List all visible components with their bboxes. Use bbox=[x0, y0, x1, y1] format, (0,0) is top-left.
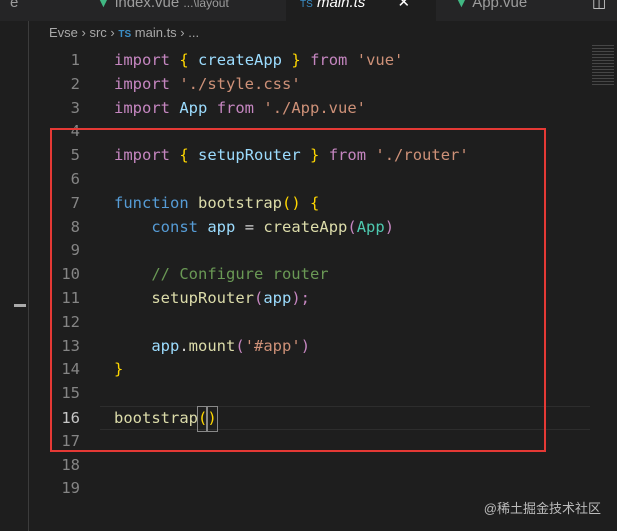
line-number: 1 bbox=[70, 51, 80, 69]
crumb-src[interactable]: src bbox=[89, 25, 106, 40]
crumb-file[interactable]: main.ts bbox=[135, 25, 177, 40]
crumb-evse[interactable]: Evse bbox=[49, 25, 78, 40]
tab-partial[interactable]: e bbox=[0, 0, 72, 21]
line-number: 18 bbox=[61, 455, 80, 474]
vue-icon: ▼ bbox=[454, 0, 469, 11]
code-line: import App from './App.vue' bbox=[114, 98, 367, 117]
code-line: import { createApp } from 'vue' bbox=[114, 51, 404, 69]
tab-label: index.vue bbox=[115, 0, 180, 11]
line-number: 3 bbox=[70, 98, 80, 117]
crumb-more[interactable]: ... bbox=[188, 25, 199, 40]
highlight-box bbox=[50, 128, 546, 452]
split-editor-icon[interactable]: ◫ bbox=[592, 0, 617, 21]
tab-hint: ...\layout bbox=[183, 0, 229, 10]
tab-label: main.ts bbox=[316, 0, 366, 11]
code-line: import './style.css' bbox=[114, 74, 301, 93]
ts-icon: TS bbox=[300, 0, 313, 10]
tab-main-ts[interactable]: TS main.ts ✕ bbox=[286, 0, 436, 21]
line-number: 2 bbox=[70, 74, 80, 93]
tab-app-vue[interactable]: ▼ App.vue bbox=[440, 0, 580, 21]
line-number: 19 bbox=[61, 479, 80, 498]
minimap[interactable] bbox=[592, 45, 614, 85]
tab-label: App.vue bbox=[472, 0, 528, 11]
close-icon[interactable]: ✕ bbox=[397, 0, 410, 11]
editor-tabs: e ▼ index.vue ...\layout TS main.ts ✕ ▼ … bbox=[0, 0, 617, 21]
vue-icon: ▼ bbox=[96, 0, 111, 11]
tab-index-vue[interactable]: ▼ index.vue ...\layout bbox=[76, 0, 281, 21]
breadcrumb: Evse › src › TS main.ts › ... bbox=[49, 25, 200, 40]
watermark: @稀土掘金技术社区 bbox=[483, 501, 601, 516]
tab-label: e bbox=[10, 0, 19, 11]
ts-icon: TS bbox=[118, 29, 132, 40]
